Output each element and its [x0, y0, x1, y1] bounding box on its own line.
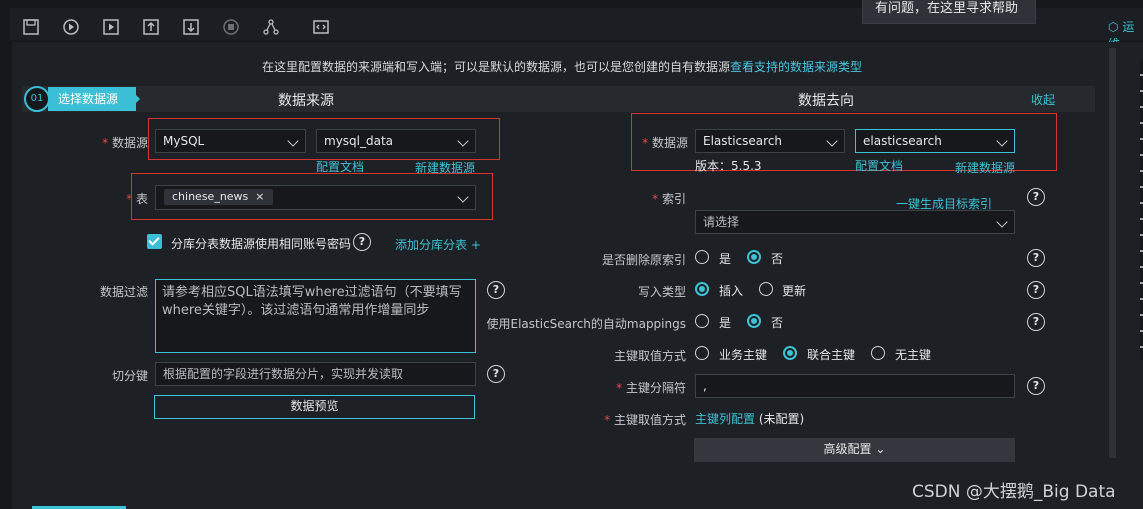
play-box-icon[interactable]	[102, 18, 120, 36]
mappings-no-label: 否	[771, 316, 784, 330]
target-name-select[interactable]: elasticsearch	[855, 129, 1015, 153]
table-tag: chinese_news ×	[164, 189, 273, 205]
code-icon[interactable]	[312, 18, 330, 36]
write-insert-label: 插入	[719, 284, 744, 298]
help-icon[interactable]: ?	[1027, 249, 1045, 267]
pk-mode-label: 主键取值方式	[613, 349, 686, 363]
source-datasource-label: * 数据源	[102, 136, 148, 150]
source-name-select[interactable]: mysql_data	[316, 129, 476, 153]
pk-union-label: 联合主键	[807, 348, 856, 362]
index-label: * 索引	[652, 192, 686, 206]
collapse-link[interactable]: 收起	[1031, 91, 1055, 108]
help-tooltip: 有问题，在这里寻求帮助	[862, 0, 1036, 24]
delete-index-no-radio[interactable]	[747, 250, 761, 264]
chevron-down-icon	[996, 135, 1008, 147]
pk-separator-input[interactable]: ,	[695, 374, 1015, 398]
help-icon[interactable]: ?	[1027, 377, 1045, 395]
help-icon[interactable]: ?	[487, 281, 505, 299]
step-arrow	[128, 87, 140, 111]
stop-icon[interactable]	[222, 18, 240, 36]
chevron-down-icon	[457, 191, 469, 203]
advanced-config-button[interactable]: 高级配置 ⌄	[694, 438, 1015, 462]
help-icon[interactable]: ?	[487, 365, 505, 383]
write-insert-radio[interactable]	[695, 282, 709, 296]
pk-separator-label: * 主键分隔符	[616, 381, 686, 395]
split-key-label: 切分键	[111, 369, 148, 383]
chevron-down-icon: ⌄	[875, 442, 886, 456]
auto-mappings-label: 使用ElasticSearch的自动mappings	[486, 317, 686, 331]
scrollbar[interactable]	[1109, 48, 1116, 458]
download-icon[interactable]	[182, 18, 200, 36]
mappings-yes-label: 是	[719, 316, 732, 330]
intro-text: 在这里配置数据的来源端和写入端；可以是默认的数据源，也可以是您创建的自有数据源查…	[261, 60, 863, 74]
mappings-no-radio[interactable]	[747, 314, 761, 328]
delete-index-yes-radio[interactable]	[695, 250, 709, 264]
pk-biz-radio[interactable]	[695, 346, 709, 360]
filter-label: 数据过滤	[99, 285, 148, 299]
help-icon[interactable]: ?	[1027, 281, 1045, 299]
add-shard-link[interactable]: 添加分库分表 +	[395, 236, 481, 253]
source-table-select[interactable]: chinese_news ×	[155, 185, 476, 210]
pk-column-config: 主键列配置 (未配置)	[695, 412, 805, 426]
step-number: 01	[24, 86, 50, 112]
pk-none-label: 无主键	[895, 348, 932, 362]
hexagon-icon: ⬡	[1108, 20, 1119, 34]
share-icon[interactable]	[262, 18, 280, 36]
target-doc-link[interactable]: 配置文档	[855, 157, 903, 174]
write-update-radio[interactable]	[759, 282, 773, 296]
help-icon[interactable]: ?	[1027, 313, 1045, 331]
target-type-select[interactable]: Elasticsearch	[695, 129, 845, 153]
chevron-down-icon	[826, 135, 838, 147]
write-type-label: 写入类型	[637, 285, 686, 299]
split-key-input[interactable]: 根据配置的字段进行数据分片，实现并发读取	[155, 362, 476, 386]
section-header-bar	[22, 86, 1095, 112]
help-icon[interactable]: ?	[353, 233, 371, 251]
source-type-select[interactable]: MySQL	[155, 129, 306, 153]
same-account-checkbox[interactable]	[147, 234, 162, 249]
chevron-down-icon	[457, 135, 469, 147]
chevron-down-icon	[996, 216, 1008, 228]
index-select[interactable]: 请选择	[695, 210, 1015, 234]
same-account-label: 分库分表数据源使用相同账号密码	[171, 237, 352, 251]
pk-union-radio[interactable]	[783, 346, 797, 360]
target-version: 版本：5.5.3	[695, 159, 762, 173]
mappings-yes-radio[interactable]	[695, 314, 709, 328]
chevron-down-icon	[287, 135, 299, 147]
target-title: 数据去向	[798, 93, 854, 109]
pk-column-link[interactable]: 主键列配置	[695, 412, 755, 426]
supported-sources-link[interactable]: 查看支持的数据来源类型	[730, 60, 862, 74]
target-new-datasource-link[interactable]: 新建数据源	[955, 159, 1015, 176]
delete-index-yes-label: 是	[719, 252, 732, 266]
save-icon[interactable]	[22, 18, 40, 36]
watermark: CSDN @大摆鹅_Big Data	[912, 482, 1116, 502]
delete-index-no-label: 否	[771, 252, 784, 266]
data-preview-button[interactable]: 数据预览	[154, 395, 475, 419]
step-label: 选择数据源	[48, 87, 137, 111]
close-icon[interactable]: ×	[255, 190, 264, 203]
upload-icon[interactable]	[142, 18, 160, 36]
run-icon[interactable]	[62, 18, 80, 36]
filter-textarea[interactable]: 请参考相应SQL语法填写where过滤语句（不要填写where关键字）。该过滤语…	[155, 279, 476, 353]
help-icon[interactable]: ?	[1027, 188, 1045, 206]
target-datasource-label: * 数据源	[642, 136, 688, 150]
pk-mode2-label: * 主键取值方式	[604, 413, 686, 427]
pk-biz-label: 业务主键	[719, 348, 768, 362]
source-title: 数据来源	[278, 93, 334, 109]
write-update-label: 更新	[782, 284, 807, 298]
pk-none-radio[interactable]	[871, 346, 885, 360]
delete-index-label: 是否删除原索引	[601, 253, 686, 267]
